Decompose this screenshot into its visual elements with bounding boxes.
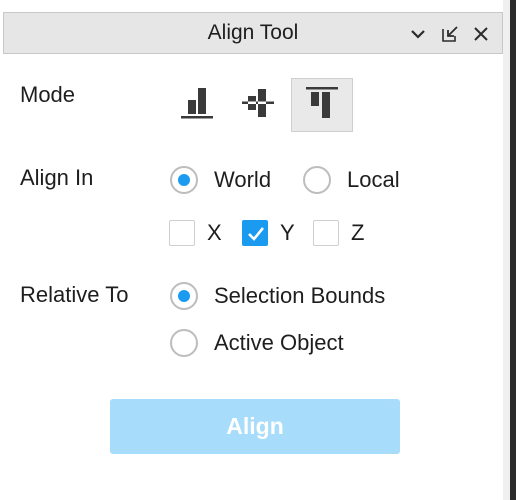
checkbox-y[interactable]: Y xyxy=(242,218,295,248)
mode-align-top-button[interactable] xyxy=(291,78,353,132)
radio-local[interactable]: Local xyxy=(303,163,400,197)
radio-world-label: World xyxy=(214,167,272,192)
close-icon[interactable] xyxy=(471,24,491,44)
radio-indicator[interactable] xyxy=(303,166,331,194)
radio-active-object[interactable]: Active Object xyxy=(170,326,344,360)
align-in-label: Align In xyxy=(20,165,94,190)
checkbox-z[interactable]: Z xyxy=(313,218,364,248)
radio-local-label: Local xyxy=(347,167,400,192)
align-bottom-icon xyxy=(181,88,213,119)
checkbox-x-label: X xyxy=(207,220,222,245)
checkbox-z-label: Z xyxy=(351,220,365,245)
align-top-icon xyxy=(306,87,338,118)
relative-to-label: Relative To xyxy=(20,282,129,307)
checkbox-y-box[interactable] xyxy=(242,220,268,246)
radio-active-object-label: Active Object xyxy=(214,330,344,355)
radio-indicator[interactable] xyxy=(170,329,198,357)
title-bar[interactable]: Align Tool xyxy=(3,12,503,54)
checkmark-icon xyxy=(248,227,265,241)
window-edge xyxy=(510,0,516,500)
checkbox-x-box[interactable] xyxy=(169,220,195,246)
align-button[interactable]: Align xyxy=(110,399,400,454)
radio-world[interactable]: World xyxy=(170,163,271,197)
radio-selection-bounds[interactable]: Selection Bounds xyxy=(170,279,385,313)
dock-icon[interactable] xyxy=(440,24,460,44)
panel-gutter xyxy=(503,0,510,500)
mode-label: Mode xyxy=(20,82,76,107)
radio-indicator[interactable] xyxy=(170,166,198,194)
checkbox-y-label: Y xyxy=(280,220,295,245)
chevron-down-icon[interactable] xyxy=(408,24,428,44)
mode-align-bottom-button[interactable] xyxy=(168,78,230,132)
radio-selection-bounds-label: Selection Bounds xyxy=(214,283,386,308)
checkbox-z-box[interactable] xyxy=(313,220,339,246)
radio-indicator[interactable] xyxy=(170,282,198,310)
align-center-icon xyxy=(242,89,274,117)
mode-align-center-button[interactable] xyxy=(228,78,290,132)
checkbox-x[interactable]: X xyxy=(169,218,222,248)
